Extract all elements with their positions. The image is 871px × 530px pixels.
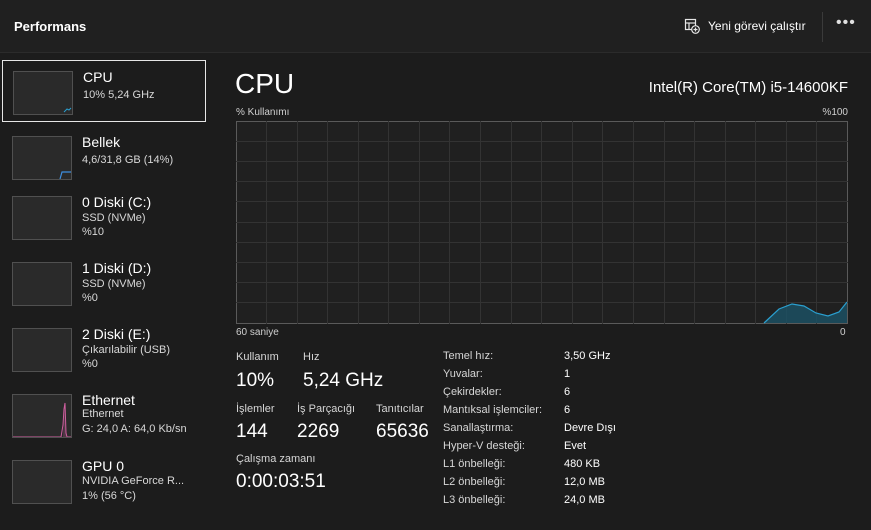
info-key-l2-cache: L2 önbelleği: [443, 476, 506, 488]
gpu-mini-graph [12, 460, 72, 504]
disk-2-mini-graph [12, 328, 72, 372]
main-panel: CPU Intel(R) Core(TM) i5-14600KF % Kulla… [214, 52, 871, 530]
memory-mini-graph [12, 136, 72, 180]
sidebar-item-value: G: 24,0 A: 64,0 Kb/sn [82, 423, 187, 435]
sidebar-item-title: Bellek [82, 134, 121, 150]
sidebar-item-subtitle: 10% 5,24 GHz [83, 89, 155, 101]
uptime-label: Çalışma zamanı [236, 453, 316, 465]
sidebar-item-subtitle: NVIDIA GeForce R... [82, 475, 185, 487]
cpu-utilization-graph [236, 121, 848, 324]
disk-1-mini-graph [12, 262, 72, 306]
graph-time-end-label: 0 [840, 327, 846, 338]
sidebar-item-disk-0[interactable]: 0 Diski (C:) SSD (NVMe) %10 [2, 186, 206, 248]
info-key-hyperv: Hyper-V desteği: [443, 440, 525, 452]
info-value-l2-cache: 12,0 MB [564, 476, 605, 488]
info-key-base-speed: Temel hız: [443, 350, 494, 362]
handles-value: 65636 [376, 421, 429, 442]
new-task-button[interactable]: Yeni görevi çalıştır [684, 18, 806, 34]
info-value-virtualization: Devre Dışı [564, 422, 616, 434]
sidebar-item-ethernet[interactable]: Ethernet Ethernet G: 24,0 A: 64,0 Kb/sn [2, 384, 206, 446]
sidebar-item-disk-1[interactable]: 1 Diski (D:) SSD (NVMe) %0 [2, 252, 206, 314]
cpu-heading: CPU [235, 68, 295, 99]
info-key-logical-processors: Mantıksal işlemciler: [443, 404, 543, 416]
sidebar-item-memory[interactable]: Bellek 4,6/31,8 GB (14%) [2, 126, 206, 188]
ethernet-mini-graph [12, 394, 72, 438]
info-value-logical-processors: 6 [564, 404, 571, 416]
page-title: Performans [14, 19, 87, 34]
new-task-icon [684, 18, 700, 34]
sidebar: CPU 10% 5,24 GHz Bellek 4,6/31,8 GB (14%… [0, 52, 214, 530]
disk-0-mini-graph [12, 196, 72, 240]
info-key-cores: Çekirdekler: [443, 386, 502, 398]
threads-value: 2269 [297, 421, 340, 442]
handles-label: Tanıtıcılar [376, 403, 424, 415]
max-percent-label: %100 [822, 107, 848, 118]
sidebar-item-gpu-0[interactable]: GPU 0 NVIDIA GeForce R... 1% (56 °C) [2, 450, 206, 512]
sidebar-item-subtitle: SSD (NVMe) [82, 212, 146, 224]
sidebar-item-title: 2 Diski (E:) [82, 326, 151, 342]
info-value-hyperv: Evet [564, 440, 587, 452]
info-key-sockets: Yuvalar: [443, 368, 483, 380]
sidebar-item-title: Ethernet [82, 392, 135, 408]
sidebar-item-value: 1% (56 °C) [82, 490, 136, 502]
sidebar-item-value: %0 [82, 292, 98, 304]
sidebar-item-subtitle: Ethernet [82, 408, 124, 420]
info-value-l1-cache: 480 KB [564, 458, 601, 470]
toolbar-divider [822, 12, 823, 42]
more-options-icon[interactable]: ••• [836, 14, 856, 32]
speed-label: Hız [303, 351, 320, 363]
graph-time-span-label: 60 saniye [236, 327, 279, 338]
info-key-l1-cache: L1 önbelleği: [443, 458, 506, 470]
sidebar-item-title: 1 Diski (D:) [82, 260, 152, 276]
sidebar-item-cpu[interactable]: CPU 10% 5,24 GHz [2, 60, 206, 122]
sidebar-item-title: CPU [83, 69, 113, 85]
info-key-virtualization: Sanallaştırma: [443, 422, 514, 434]
new-task-label: Yeni görevi çalıştır [708, 19, 806, 33]
top-bar: Performans Yeni görevi çalıştır ••• [0, 0, 871, 53]
sidebar-item-title: 0 Diski (C:) [82, 194, 152, 210]
cpu-mini-graph [13, 71, 73, 115]
sidebar-item-value: %0 [82, 358, 98, 370]
sidebar-item-subtitle: Çıkarılabilir (USB) [82, 344, 171, 356]
processes-label: İşlemler [236, 403, 275, 415]
info-value-sockets: 1 [564, 368, 571, 380]
speed-value: 5,24 GHz [303, 370, 384, 391]
usage-label: Kullanım [236, 351, 279, 363]
info-value-cores: 6 [564, 386, 571, 398]
info-value-l3-cache: 24,0 MB [564, 494, 605, 506]
threads-label: İş Parçacığı [297, 403, 356, 415]
sidebar-item-value: %10 [82, 226, 105, 238]
cpu-model-name: Intel(R) Core(TM) i5-14600KF [648, 79, 848, 96]
info-value-base-speed: 3,50 GHz [564, 350, 611, 362]
processes-value: 144 [236, 421, 268, 442]
usage-value: 10% [236, 370, 275, 391]
sidebar-item-disk-2[interactable]: 2 Diski (E:) Çıkarılabilir (USB) %0 [2, 318, 206, 380]
utilization-label: % Kullanımı [236, 107, 290, 118]
sidebar-item-title: GPU 0 [82, 458, 125, 474]
uptime-value: 0:00:03:51 [236, 471, 326, 492]
sidebar-item-subtitle: 4,6/31,8 GB (14%) [82, 154, 174, 166]
info-key-l3-cache: L3 önbelleği: [443, 494, 506, 506]
sidebar-item-subtitle: SSD (NVMe) [82, 278, 146, 290]
